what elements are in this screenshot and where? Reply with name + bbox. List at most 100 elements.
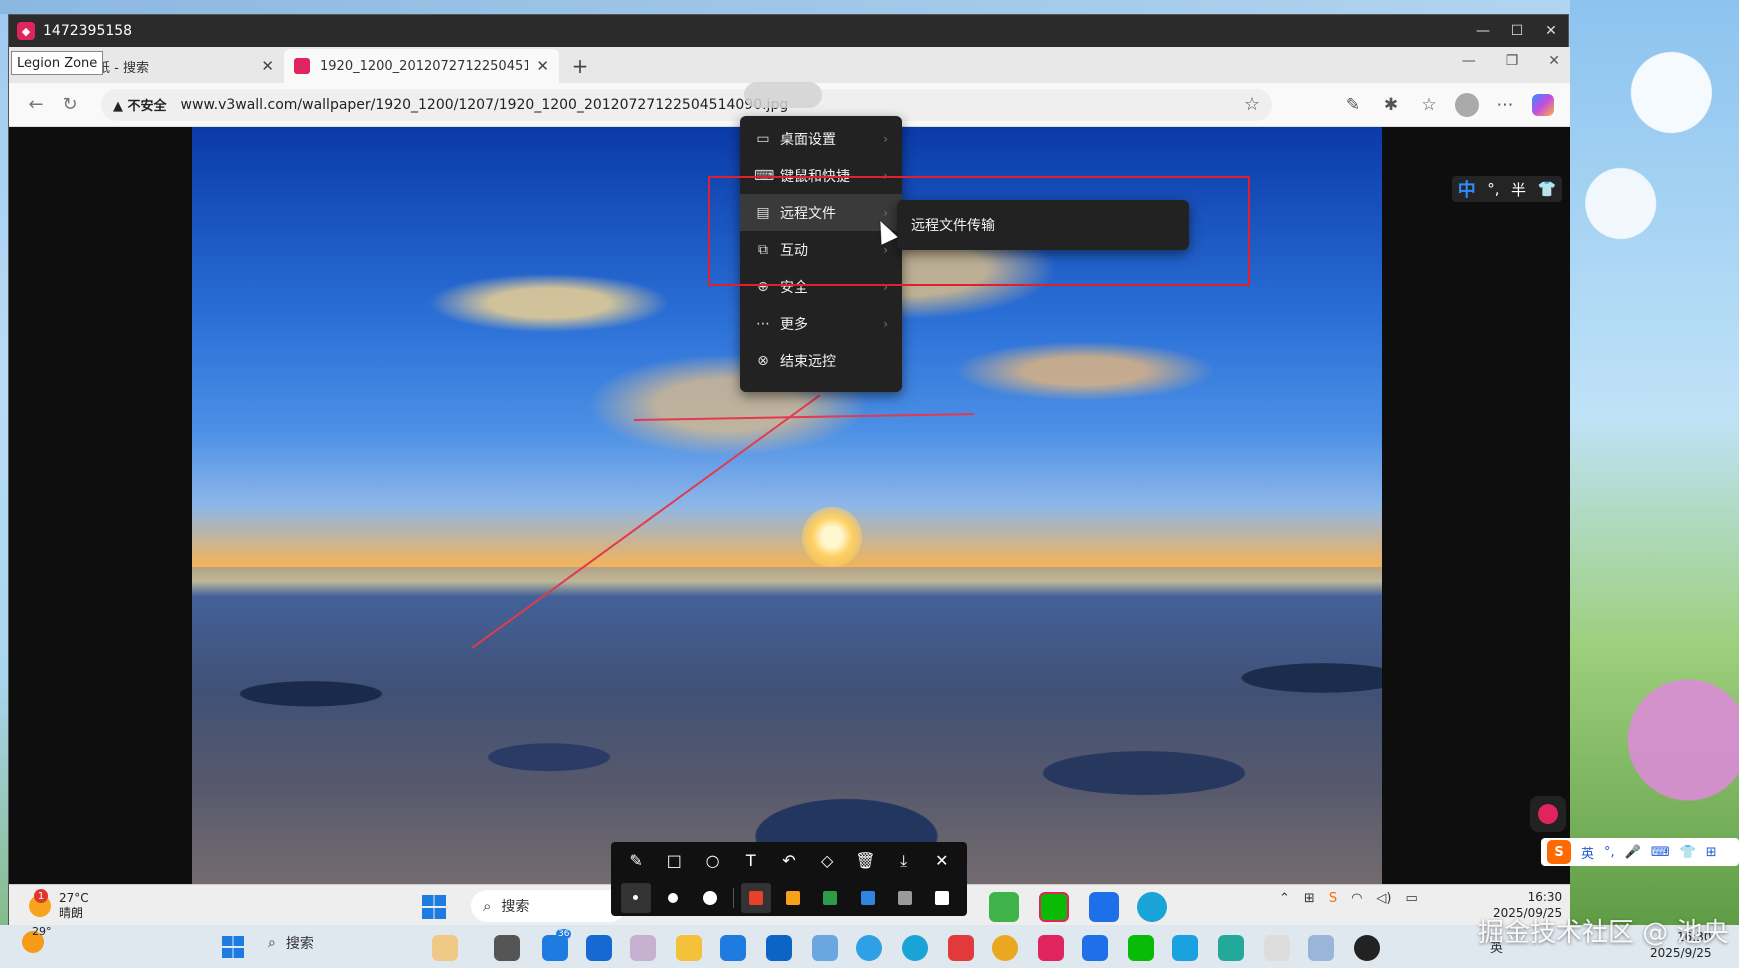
minimize-button[interactable]: — bbox=[1466, 15, 1500, 47]
browser-minimize-icon[interactable]: — bbox=[1462, 53, 1476, 69]
close-icon[interactable]: ✕ bbox=[927, 846, 957, 876]
host-explorer-icon[interactable] bbox=[676, 935, 702, 961]
host-remote-app-icon[interactable] bbox=[1038, 935, 1064, 961]
menu-item-end-remote[interactable]: ⊗ 结束远控 bbox=[740, 342, 902, 379]
taskbar-app-edge-icon[interactable] bbox=[1137, 892, 1167, 922]
address-bar[interactable]: ▲ 不安全 www.v3wall.com/wallpaper/1920_1200… bbox=[101, 88, 1272, 121]
divider bbox=[732, 887, 734, 908]
sogou-keyboard-icon[interactable]: ⌨ bbox=[1651, 845, 1670, 860]
remote-toolbar-handle[interactable] bbox=[744, 82, 822, 108]
favorite-star-icon[interactable]: ☆ bbox=[1244, 94, 1260, 115]
host-app-icon[interactable] bbox=[1308, 935, 1334, 961]
more-menu-icon[interactable]: ⋯ bbox=[1488, 88, 1522, 122]
sogou-punct-icon[interactable]: °, bbox=[1604, 845, 1615, 860]
circle-icon[interactable]: ○ bbox=[698, 846, 728, 876]
weather-sun-icon: 1 bbox=[29, 889, 51, 917]
tray-ime-icon[interactable]: ⊞ bbox=[1304, 891, 1315, 906]
ime-status-bar[interactable]: 中 °, 半 👕 bbox=[1452, 176, 1562, 202]
host-app-icon[interactable] bbox=[494, 935, 520, 961]
host-start-icon[interactable] bbox=[222, 936, 244, 958]
url-text[interactable]: www.v3wall.com/wallpaper/1920_1200/1207/… bbox=[181, 97, 789, 113]
weather-temp: 27°C bbox=[59, 891, 89, 905]
host-wps-icon[interactable] bbox=[948, 935, 974, 961]
ime-skin-icon[interactable]: 👕 bbox=[1538, 180, 1557, 198]
ime-width[interactable]: 半 bbox=[1511, 179, 1526, 200]
pen-icon[interactable]: ✎ bbox=[621, 846, 651, 876]
eraser-icon[interactable]: ◇ bbox=[812, 846, 842, 876]
browser-close-icon[interactable]: ✕ bbox=[1548, 53, 1560, 69]
color-swatch-white[interactable] bbox=[927, 883, 957, 913]
host-edge-icon[interactable] bbox=[902, 935, 928, 961]
sogou-lang[interactable]: 英 bbox=[1581, 843, 1594, 862]
download-icon[interactable]: ⤓ bbox=[889, 846, 919, 876]
tray-sogou-icon[interactable]: S bbox=[1329, 891, 1337, 906]
weather-widget[interactable]: 1 27°C 晴朗 bbox=[29, 889, 89, 921]
host-chrome-icon[interactable] bbox=[992, 935, 1018, 961]
sogou-mic-icon[interactable]: 🎤 bbox=[1625, 845, 1641, 860]
profile-icon[interactable] bbox=[1450, 88, 1484, 122]
host-outlook-icon[interactable] bbox=[766, 935, 792, 961]
remote-app-float-button[interactable] bbox=[1530, 796, 1566, 832]
puzzle-icon[interactable]: ✱ bbox=[1374, 88, 1408, 122]
host-typora-icon[interactable] bbox=[1264, 935, 1290, 961]
menu-item-more[interactable]: ⋯ 更多 › bbox=[740, 305, 902, 342]
color-swatch-green[interactable] bbox=[815, 883, 845, 913]
tab-wallpaper[interactable]: 1920_1200_20120727122504514( ✕ bbox=[284, 49, 559, 83]
security-warning[interactable]: ▲ 不安全 bbox=[113, 95, 167, 114]
volume-icon[interactable]: ◁) bbox=[1376, 891, 1391, 906]
host-app-icon[interactable] bbox=[1218, 935, 1244, 961]
menu-item-desktop-settings[interactable]: ▭ 桌面设置 › bbox=[740, 120, 902, 157]
delete-icon[interactable]: 🗑 bbox=[850, 846, 880, 876]
maximize-button[interactable]: ☐ bbox=[1500, 15, 1534, 47]
tray-chevron-icon[interactable]: ⌃ bbox=[1279, 891, 1290, 906]
sogou-grid-icon[interactable]: ⊞ bbox=[1706, 845, 1717, 860]
host-app-icon[interactable] bbox=[856, 935, 882, 961]
start-button-icon[interactable] bbox=[422, 895, 446, 919]
favorites-icon[interactable]: ☆ bbox=[1412, 88, 1446, 122]
taskbar-app-feishu-icon[interactable] bbox=[1089, 892, 1119, 922]
color-swatch-red[interactable] bbox=[740, 882, 771, 913]
color-swatch-gray[interactable] bbox=[890, 883, 920, 913]
taskbar-app-chat-icon[interactable] bbox=[989, 892, 1019, 922]
host-app-store-icon[interactable]: 36 bbox=[542, 929, 572, 961]
color-swatch-orange[interactable] bbox=[778, 883, 808, 913]
undo-icon[interactable]: ↶ bbox=[774, 846, 804, 876]
host-app-icon[interactable] bbox=[812, 935, 838, 961]
rectangle-icon[interactable]: □ bbox=[659, 846, 689, 876]
brush-size-large[interactable] bbox=[695, 883, 725, 913]
host-weather-icon[interactable]: 29° bbox=[22, 925, 52, 953]
close-button[interactable]: ✕ bbox=[1534, 15, 1568, 47]
battery-icon[interactable]: ▭ bbox=[1406, 891, 1418, 906]
brush-size-small[interactable] bbox=[620, 882, 651, 913]
tab-close-icon[interactable]: ✕ bbox=[536, 57, 549, 75]
sogou-skin-icon[interactable]: 👕 bbox=[1680, 845, 1696, 860]
host-search[interactable]: ⌕ 搜索 bbox=[268, 933, 314, 953]
brush-size-medium[interactable] bbox=[658, 883, 688, 913]
host-wechat-icon[interactable] bbox=[1128, 935, 1154, 961]
tab-close-icon[interactable]: ✕ bbox=[261, 57, 274, 75]
ime-punct[interactable]: °, bbox=[1487, 180, 1499, 198]
refresh-icon[interactable]: ↻ bbox=[53, 88, 87, 122]
host-app-icon[interactable] bbox=[432, 935, 458, 961]
extension-icon[interactable]: ✎ bbox=[1336, 88, 1370, 122]
annotation-toolbar: ✎ □ ○ T ↶ ◇ 🗑 ⤓ ✕ bbox=[611, 842, 967, 916]
app-logo-icon: ◆ bbox=[17, 22, 35, 40]
copilot-icon[interactable] bbox=[1526, 88, 1560, 122]
host-app-icon[interactable] bbox=[630, 935, 656, 961]
new-tab-button[interactable]: + bbox=[565, 49, 595, 83]
browser-restore-icon[interactable]: ❐ bbox=[1506, 53, 1519, 69]
color-swatch-blue[interactable] bbox=[853, 883, 883, 913]
text-tool-icon[interactable]: T bbox=[736, 846, 766, 876]
host-app-icon[interactable] bbox=[586, 935, 612, 961]
host-app-icon[interactable] bbox=[720, 935, 746, 961]
ime-mode[interactable]: 中 bbox=[1458, 176, 1476, 202]
wifi-icon[interactable]: ◠ bbox=[1351, 891, 1362, 906]
back-icon[interactable]: ← bbox=[19, 88, 53, 122]
host-app-icon[interactable] bbox=[1172, 935, 1198, 961]
taskbar-search[interactable]: ⌕ 搜索 bbox=[471, 890, 626, 922]
taskbar-app-wechat-icon[interactable] bbox=[1039, 892, 1069, 922]
chevron-right-icon: › bbox=[883, 131, 888, 146]
sogou-ime-bar[interactable]: S 英 °, 🎤 ⌨ 👕 ⊞ bbox=[1541, 838, 1739, 866]
host-feishu-icon[interactable] bbox=[1082, 935, 1108, 961]
host-qq-icon[interactable] bbox=[1354, 935, 1380, 961]
